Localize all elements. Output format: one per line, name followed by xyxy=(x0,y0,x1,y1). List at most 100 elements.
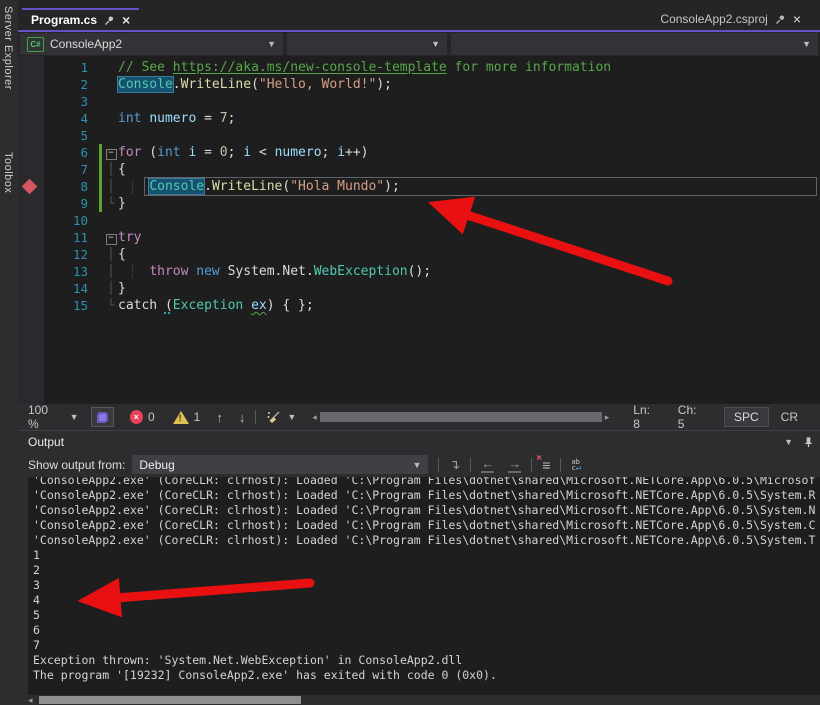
output-title-bar[interactable]: Output ▼ xyxy=(18,431,820,452)
close-icon[interactable]: × xyxy=(122,13,130,27)
code-text[interactable]: try xyxy=(118,229,820,246)
tab-program-cs[interactable]: Program.cs × xyxy=(22,8,139,30)
editor-line-4[interactable]: 4int numero = 7; xyxy=(18,110,820,127)
output-horizontal-scrollbar[interactable]: ◂ xyxy=(18,695,820,705)
editor-line-2[interactable]: 2Console.WriteLine("Hello, World!"); xyxy=(18,76,820,93)
error-count[interactable]: 0 xyxy=(148,410,155,424)
code-text[interactable]: { xyxy=(118,161,820,178)
breakpoint-gutter[interactable] xyxy=(18,59,44,76)
find-message-in-code-icon[interactable]: ↴ xyxy=(449,458,460,471)
breakpoint-gutter[interactable] xyxy=(18,212,44,229)
code-text[interactable] xyxy=(118,93,820,110)
eol-indicator[interactable]: CR xyxy=(781,410,798,424)
editor-line-3[interactable]: 3 xyxy=(18,93,820,110)
space-mode-indicator[interactable]: SPC xyxy=(724,407,769,427)
member-dropdown[interactable]: ▼ xyxy=(451,33,818,55)
scroll-left-icon[interactable]: ◂ xyxy=(28,695,33,705)
project-dropdown[interactable]: C# ConsoleApp2 ▼ xyxy=(20,33,283,55)
next-message-icon[interactable]: → xyxy=(508,457,521,473)
warning-icon[interactable] xyxy=(173,411,189,424)
breakpoint-gutter[interactable] xyxy=(18,178,44,195)
pin-icon[interactable] xyxy=(775,14,786,25)
previous-issue-icon[interactable]: ↑ xyxy=(216,410,223,425)
code-text[interactable]: } xyxy=(118,195,820,212)
breakpoint-gutter[interactable] xyxy=(18,127,44,144)
code-text[interactable]: int numero = 7; xyxy=(118,110,820,127)
code-text[interactable]: catch (Exception ex) { }; xyxy=(118,297,820,314)
chevron-down-icon: ▼ xyxy=(412,460,421,470)
output-source-dropdown[interactable]: Debug ▼ xyxy=(132,455,428,474)
scroll-right-icon[interactable]: ▸ xyxy=(605,412,610,423)
clear-all-icon[interactable]: ≡× xyxy=(542,457,550,473)
breakpoint-gutter[interactable] xyxy=(18,93,44,110)
breakpoint-gutter[interactable] xyxy=(18,110,44,127)
code-text[interactable] xyxy=(118,212,820,229)
error-icon[interactable]: × xyxy=(130,410,143,424)
code-text[interactable]: Console.WriteLine("Hello, World!"); xyxy=(118,76,820,93)
project-dropdown-value: ConsoleApp2 xyxy=(50,37,122,51)
editor-line-6[interactable]: 6−for (int i = 0; i < numero; i++) xyxy=(18,144,820,161)
breakpoint-gutter[interactable] xyxy=(18,144,44,161)
editor-line-9[interactable]: 9└} xyxy=(18,195,820,212)
editor-line-8[interactable]: 8│ Console.WriteLine("Hola Mundo"); xyxy=(18,178,820,195)
breakpoint-indicator[interactable] xyxy=(22,179,38,195)
type-dropdown[interactable]: ▼ xyxy=(287,33,447,55)
breakpoint-gutter[interactable] xyxy=(18,297,44,314)
close-icon[interactable]: × xyxy=(793,12,801,26)
editor-line-14[interactable]: 14│} xyxy=(18,280,820,297)
editor-line-13[interactable]: 13│ throw new System.Net.WebException(); xyxy=(18,263,820,280)
horizontal-scrollbar[interactable] xyxy=(320,412,602,422)
zoom-dropdown[interactable]: 100 % ▼ xyxy=(24,403,83,431)
warning-count[interactable]: 1 xyxy=(194,410,201,424)
tab-consoleapp2-csproj[interactable]: ConsoleApp2.csproj × xyxy=(651,8,810,30)
code-text[interactable] xyxy=(118,127,820,144)
editor-line-15[interactable]: 15└catch (Exception ex) { }; xyxy=(18,297,820,314)
breakpoint-gutter[interactable] xyxy=(18,229,44,246)
output-panel: Output ▼ Show output from: Debug ▼ ↴ ← →… xyxy=(18,430,820,705)
scrollbar-thumb[interactable] xyxy=(39,696,301,704)
editor-line-11[interactable]: 11−try xyxy=(18,229,820,246)
zoom-level: 100 % xyxy=(28,403,60,431)
editor-line-1[interactable]: 1// See https://aka.ms/new-console-templ… xyxy=(18,59,820,76)
previous-message-icon[interactable]: ← xyxy=(481,457,494,473)
breakpoint-gutter[interactable] xyxy=(18,246,44,263)
fold-collapse-icon[interactable]: − xyxy=(104,229,118,246)
editor-line-5[interactable]: 5 xyxy=(18,127,820,144)
scroll-left-icon[interactable]: ◂ xyxy=(312,412,317,423)
code-text[interactable]: } xyxy=(118,280,820,297)
output-toolbar: Show output from: Debug ▼ ↴ ← → ≡× abc↵ xyxy=(18,452,820,477)
pin-icon[interactable] xyxy=(803,436,814,448)
breakpoint-gutter[interactable] xyxy=(18,263,44,280)
code-text[interactable]: throw new System.Net.WebException(); xyxy=(118,263,820,280)
fold-guide: │ xyxy=(104,161,118,178)
word-wrap-icon[interactable]: abc↵ xyxy=(571,459,581,471)
code-text[interactable]: // See https://aka.ms/new-console-templa… xyxy=(118,59,820,76)
breakpoint-gutter[interactable] xyxy=(18,161,44,178)
fold-collapse-icon[interactable]: − xyxy=(104,144,118,161)
editor-line-10[interactable]: 10 xyxy=(18,212,820,229)
code-text[interactable]: for (int i = 0; i < numero; i++) xyxy=(118,144,820,161)
fold-guide: │ xyxy=(104,246,118,263)
breakpoint-gutter[interactable] xyxy=(18,280,44,297)
left-tool-strip: Server Explorer Toolbox xyxy=(0,0,18,705)
document-health-button[interactable] xyxy=(91,407,114,427)
editor-line-12[interactable]: 12│{ xyxy=(18,246,820,263)
change-tracking-column xyxy=(98,263,104,280)
breakpoint-gutter[interactable] xyxy=(18,76,44,93)
sidebar-item-toolbox[interactable]: Toolbox xyxy=(2,152,14,193)
pin-icon[interactable] xyxy=(104,15,115,26)
health-indicator-icon xyxy=(97,412,108,423)
breakpoint-gutter[interactable] xyxy=(18,195,44,212)
editor-line-7[interactable]: 7│{ xyxy=(18,161,820,178)
code-editor[interactable]: 1// See https://aka.ms/new-console-templ… xyxy=(18,56,820,404)
output-line: 'ConsoleApp2.exe' (CoreCLR: clrhost): Lo… xyxy=(33,518,820,533)
next-issue-icon[interactable]: ↓ xyxy=(239,410,246,425)
change-tracking-bar xyxy=(98,178,104,195)
code-cleanup-button[interactable]: ▼ xyxy=(266,410,296,425)
scrollbar-thumb[interactable] xyxy=(320,412,602,422)
output-content[interactable]: 'ConsoleApp2.exe' (CoreCLR: clrhost): Lo… xyxy=(28,477,820,696)
sidebar-item-server-explorer[interactable]: Server Explorer xyxy=(2,6,14,90)
window-position-chevron-icon[interactable]: ▼ xyxy=(784,437,793,447)
code-text[interactable]: { xyxy=(118,246,820,263)
code-text[interactable]: Console.WriteLine("Hola Mundo"); xyxy=(118,178,820,195)
